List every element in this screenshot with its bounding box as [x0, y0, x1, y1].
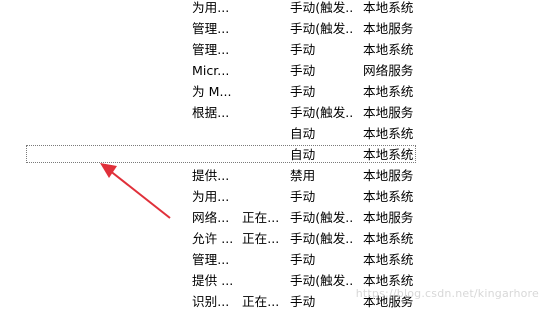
service-logon-as: 本地系统: [363, 126, 414, 141]
service-logon-as: 本地系统: [363, 0, 414, 15]
service-logon-as: 本地系统: [363, 252, 414, 267]
service-startup-type: 自动: [290, 126, 316, 141]
service-startup-type: 禁用: [290, 168, 316, 183]
service-logon-as: 本地服务: [363, 168, 414, 183]
service-description: 识别...: [192, 294, 230, 309]
service-description: 为用...: [192, 189, 230, 204]
service-description: 管理...: [192, 252, 230, 267]
service-startup-type: 手动(触发...: [290, 105, 354, 120]
service-startup-type: 手动: [290, 63, 316, 78]
service-logon-as: 本地服务: [363, 210, 414, 225]
service-row[interactable]: mysql自动本地系统: [0, 123, 551, 144]
service-logon-as: 本地服务: [363, 21, 414, 36]
selection-focus-box: [26, 145, 416, 163]
service-startup-type: 手动(触发...: [290, 21, 354, 36]
service-logon-as: 网络服务: [363, 63, 414, 78]
service-status: 正在...: [242, 210, 280, 225]
service-description: 管理...: [192, 21, 230, 36]
service-description: 提供 ...: [192, 273, 234, 288]
service-logon-as: 本地系统: [363, 189, 414, 204]
service-description: 为用...: [192, 0, 230, 15]
service-startup-type: 自动: [290, 147, 316, 162]
service-status: 正在...: [242, 294, 280, 309]
service-startup-type: 手动(触发...: [290, 231, 354, 246]
service-startup-type: 手动: [290, 252, 316, 267]
service-row[interactable]: MySQLa自动本地系统: [0, 144, 551, 165]
service-logon-as: 本地系统: [363, 84, 414, 99]
service-row[interactable]: Network Connection Bro...允许 ...正在...手动(触…: [0, 228, 551, 249]
service-startup-type: 手动: [290, 189, 316, 204]
service-startup-type: 手动: [290, 294, 316, 309]
service-startup-type: 手动(触发...: [290, 273, 354, 288]
service-row[interactable]: Microsoft Store 安装服务为 M...手动本地系统: [0, 81, 551, 102]
service-row[interactable]: Microsoft Passport为用...手动(触发...本地系统: [0, 0, 551, 18]
service-description: 提供...: [192, 168, 230, 183]
service-row[interactable]: Microsoft Software Shad...管理...手动本地系统: [0, 39, 551, 60]
service-startup-type: 手动(触发...: [290, 0, 354, 15]
service-description: 根据...: [192, 105, 230, 120]
service-row[interactable]: Net.Tcp Port Sharing Ser...提供...禁用本地服务: [0, 165, 551, 186]
service-row[interactable]: Network Connected Devi...网络...正在...手动(触发…: [0, 207, 551, 228]
service-logon-as: 本地系统: [363, 231, 414, 246]
service-row[interactable]: Network Connections管理...手动本地系统: [0, 249, 551, 270]
service-description: Micr...: [192, 63, 230, 78]
service-startup-type: 手动(触发...: [290, 210, 354, 225]
watermark: https://blog.csdn.net/kingarhore: [355, 287, 539, 300]
service-logon-as: 本地系统: [363, 42, 414, 57]
service-row[interactable]: Netlogon为用...手动本地系统: [0, 186, 551, 207]
service-description: 管理...: [192, 42, 230, 57]
service-description: 允许 ...: [192, 231, 234, 246]
service-row[interactable]: Microsoft Passport Cont...管理...手动(触发...本…: [0, 18, 551, 39]
services-list: Microsoft Passport为用...手动(触发...本地系统Micro…: [0, 0, 551, 312]
service-logon-as: 本地系统: [363, 147, 414, 162]
service-startup-type: 手动: [290, 42, 316, 57]
service-description: 网络...: [192, 210, 230, 225]
service-description: 为 M...: [192, 84, 232, 99]
service-logon-as: 本地服务: [363, 105, 414, 120]
service-status: 正在...: [242, 231, 280, 246]
service-row[interactable]: Microsoft Storage Space...Micr...手动网络服务: [0, 60, 551, 81]
service-row[interactable]: Microsoft Windows SMS ...根据...手动(触发...本地…: [0, 102, 551, 123]
service-startup-type: 手动: [290, 84, 316, 99]
